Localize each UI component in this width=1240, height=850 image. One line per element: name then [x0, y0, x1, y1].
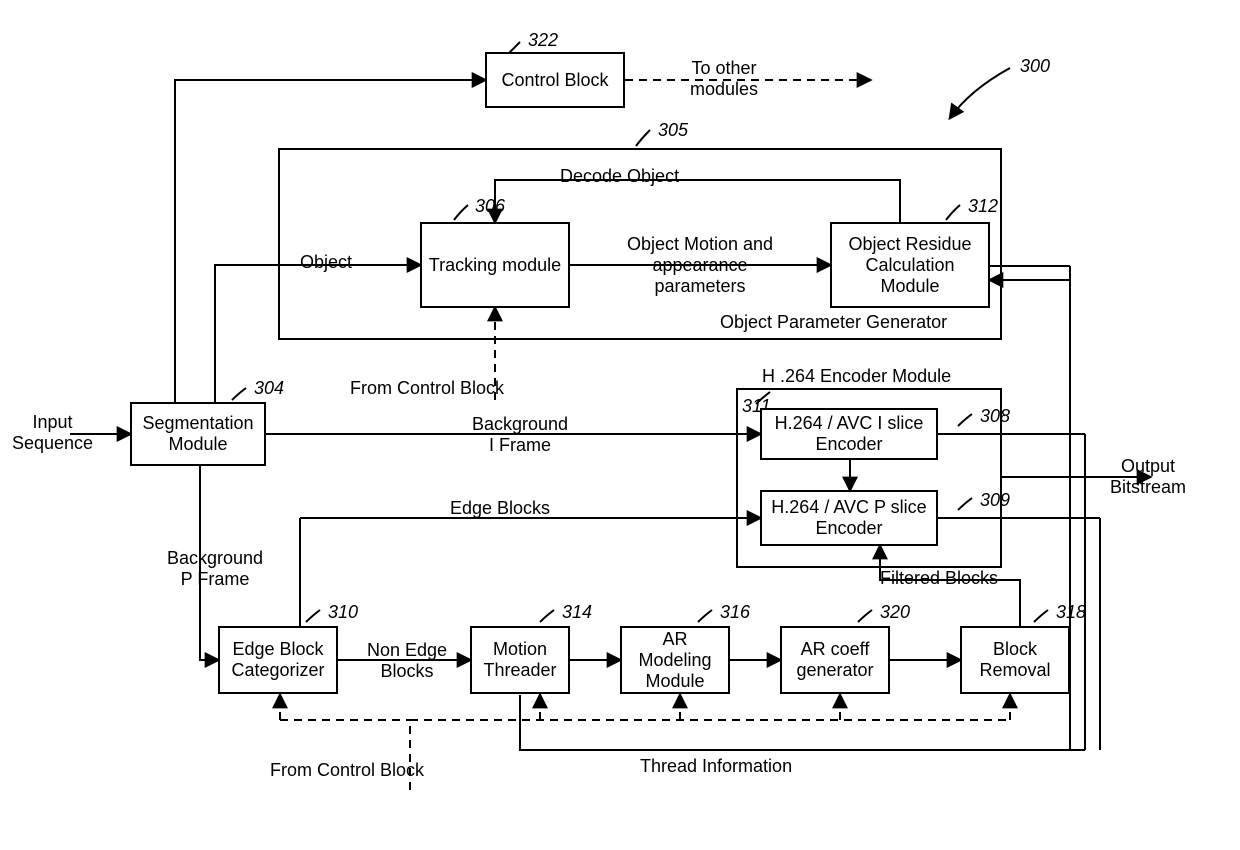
ref-residue: 312 [968, 196, 998, 217]
p-slice-encoder-label: H.264 / AVC P slice Encoder [766, 497, 932, 539]
opg-label: Object Parameter Generator [720, 312, 947, 333]
p-slice-encoder: H.264 / AVC P slice Encoder [760, 490, 938, 546]
non-edge-label: Non Edge Blocks [352, 640, 462, 682]
object-residue-label: Object Residue Calculation Module [836, 234, 984, 297]
from-control-block-label: From Control Block [350, 378, 504, 399]
output-bitstream-label: Output Bitstream [1110, 456, 1186, 498]
tracking-module: Tracking module [420, 222, 570, 308]
edge-block-categorizer-label: Edge Block Categorizer [224, 639, 332, 681]
segmentation-module: Segmentation Module [130, 402, 266, 466]
diagram-canvas: Control Block 322 To other modules 300 3… [0, 0, 1240, 850]
object-residue-module: Object Residue Calculation Module [830, 222, 990, 308]
filtered-blocks-label: Filtered Blocks [880, 568, 998, 589]
ref-edge-categ: 310 [328, 602, 358, 623]
motion-threader: Motion Threader [470, 626, 570, 694]
motion-appearance-label: Object Motion and appearance parameters [600, 234, 800, 297]
i-slice-encoder-label: H.264 / AVC I slice Encoder [766, 413, 932, 455]
ref-block-removal: 318 [1056, 602, 1086, 623]
ref-ar-model: 316 [720, 602, 750, 623]
edge-block-categorizer: Edge Block Categorizer [218, 626, 338, 694]
segmentation-label: Segmentation Module [136, 413, 260, 455]
to-other-modules-label: To other modules [690, 58, 758, 100]
ar-coeff-generator: AR coeff generator [780, 626, 890, 694]
object-label: Object [300, 252, 352, 273]
control-block: Control Block [485, 52, 625, 108]
ref-tracking: 306 [475, 196, 505, 217]
ar-coeff-label: AR coeff generator [786, 639, 884, 681]
ref-opg: 305 [658, 120, 688, 141]
ref-i-slice: 308 [980, 406, 1010, 427]
ref-segmentation: 304 [254, 378, 284, 399]
motion-threader-label: Motion Threader [476, 639, 564, 681]
block-removal: Block Removal [960, 626, 1070, 694]
ref-p-slice: 309 [980, 490, 1010, 511]
block-removal-label: Block Removal [966, 639, 1064, 681]
ref-system: 300 [1020, 56, 1050, 77]
ref-ar-coeff: 320 [880, 602, 910, 623]
input-sequence-label: Input Sequence [12, 412, 93, 454]
ref-motion-threader: 314 [562, 602, 592, 623]
tracking-module-label: Tracking module [429, 255, 561, 276]
control-block-label: Control Block [501, 70, 608, 91]
bg-i-frame-label: Background I Frame [440, 414, 600, 456]
encoder-module-label: H .264 Encoder Module [762, 366, 951, 387]
ref-control-block: 322 [528, 30, 558, 51]
from-control-block-2-label: From Control Block [270, 760, 424, 781]
i-slice-encoder: H.264 / AVC I slice Encoder [760, 408, 938, 460]
bg-p-frame-label: Background P Frame [150, 548, 280, 590]
ar-modeling-label: AR Modeling Module [626, 629, 724, 692]
edge-blocks-label: Edge Blocks [450, 498, 550, 519]
decode-object-label: Decode Object [560, 166, 679, 187]
thread-info-label: Thread Information [640, 756, 792, 777]
ar-modeling-module: AR Modeling Module [620, 626, 730, 694]
